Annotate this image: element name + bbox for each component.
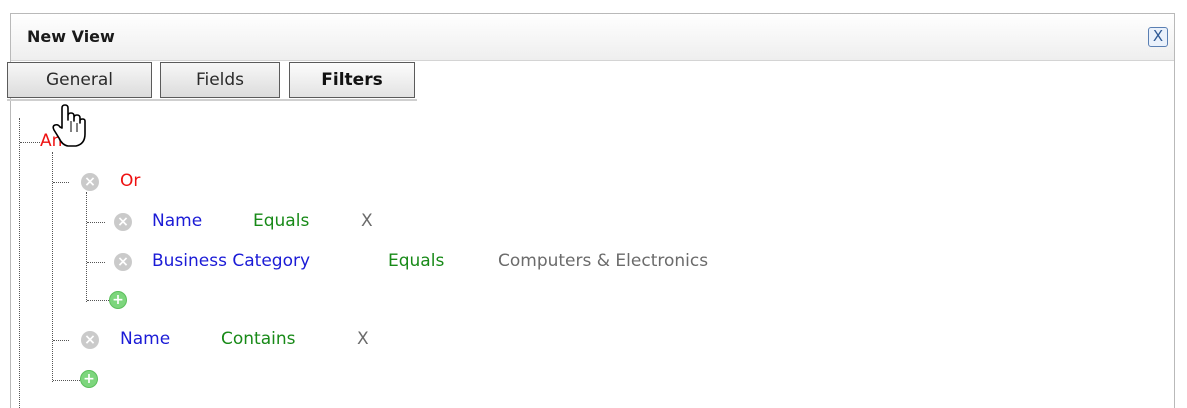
tree-connector (87, 222, 105, 223)
or-operator-label[interactable]: Or (120, 171, 140, 191)
condition-field[interactable]: Business Category (152, 251, 310, 271)
dialog-titlebar: New View X (11, 14, 1174, 61)
tree-connector (19, 118, 20, 408)
condition-operator[interactable]: Contains (221, 329, 295, 349)
remove-condition-icon[interactable]: × (81, 173, 99, 191)
tab-filters[interactable]: Filters (289, 62, 415, 98)
add-condition-icon[interactable]: + (80, 370, 98, 388)
condition-value[interactable]: Computers & Electronics (498, 251, 708, 271)
tree-connector (87, 262, 105, 263)
tree-connector (53, 182, 69, 183)
tree-connector (87, 300, 109, 301)
tab-fields[interactable]: Fields (160, 62, 280, 98)
condition-operator[interactable]: Equals (388, 251, 444, 271)
condition-field[interactable]: Name (152, 211, 202, 231)
tree-connector (86, 192, 87, 302)
tab-general[interactable]: General (7, 62, 152, 98)
tree-connector (20, 142, 40, 143)
add-condition-icon[interactable]: + (109, 291, 127, 309)
tree-connector (52, 152, 53, 382)
remove-condition-icon[interactable]: × (81, 331, 99, 349)
close-button[interactable]: X (1148, 27, 1168, 47)
remove-condition-icon[interactable]: × (114, 213, 132, 231)
tree-connector (53, 380, 80, 381)
remove-condition-icon[interactable]: × (114, 253, 132, 271)
tree-connector (53, 340, 69, 341)
dialog-title: New View (27, 27, 115, 46)
condition-value[interactable]: X (357, 329, 369, 349)
condition-value[interactable]: X (361, 211, 373, 231)
condition-operator[interactable]: Equals (253, 211, 309, 231)
close-icon: X (1152, 27, 1164, 45)
condition-field[interactable]: Name (120, 329, 170, 349)
hand-pointer-icon (52, 104, 88, 152)
tab-underline (7, 99, 417, 101)
